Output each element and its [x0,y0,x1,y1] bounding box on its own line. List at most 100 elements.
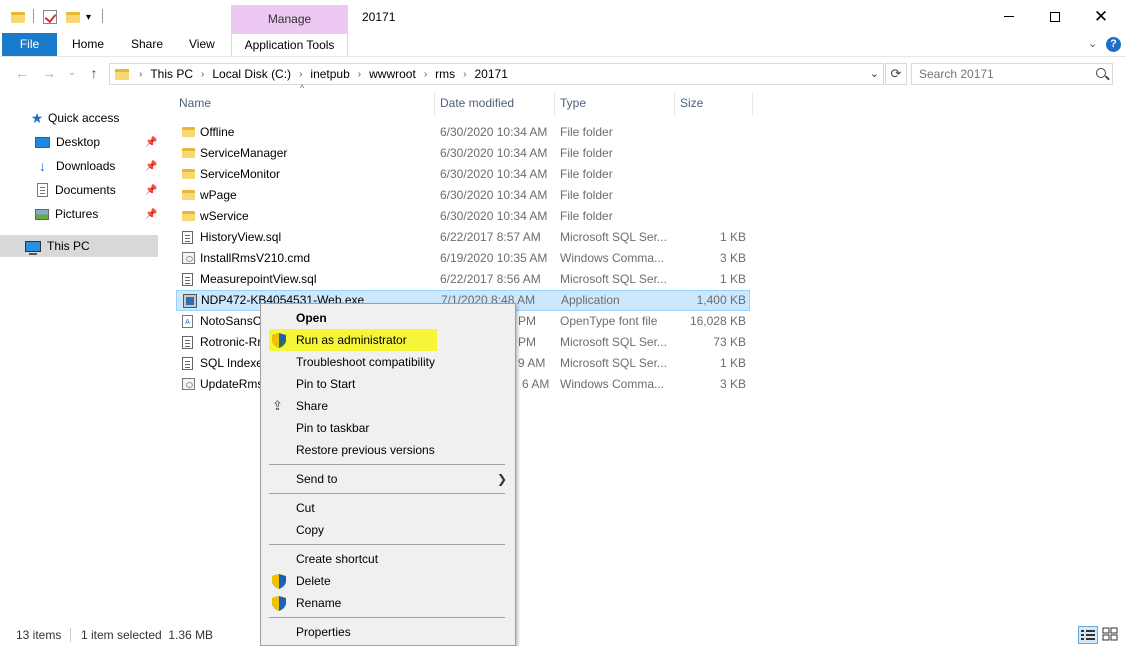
file-name: MeasurepointView.sql [200,272,317,286]
minimize-button[interactable] [986,0,1032,33]
menu-item-share[interactable]: ⇪ Share [263,395,513,417]
up-arrow-icon[interactable]: ↑ [86,64,102,82]
close-button[interactable]: ✕ [1078,0,1124,33]
file-row[interactable]: InstallRmsV210.cmd 6/19/2020 10:35 AM Wi… [176,248,750,269]
breadcrumb-wwwroot[interactable]: wwwroot [365,67,420,81]
chevron-right-icon[interactable]: › [197,69,208,80]
menu-item-cut[interactable]: Cut [263,497,513,519]
file-row[interactable]: ServiceMonitor 6/30/2020 10:34 AM File f… [176,164,750,185]
nav-downloads[interactable]: ↓ Downloads 📌 [0,155,158,177]
file-name: InstallRmsV210.cmd [200,251,311,265]
status-bar: 13 items 1 item selected 1.36 MB [0,624,1126,646]
nav-item-label: Pictures [55,207,99,221]
chevron-right-icon[interactable]: › [459,69,470,80]
menu-item-troubleshoot-compatibility[interactable]: Troubleshoot compatibility [263,351,513,373]
pin-icon[interactable]: 📌 [145,185,157,196]
details-view-button[interactable] [1078,626,1098,644]
folder-icon[interactable] [11,8,25,26]
menu-item-create-shortcut[interactable]: Create shortcut [263,548,513,570]
menu-item-run-as-administrator[interactable]: Run as administrator [269,329,437,351]
menu-item-open[interactable]: Open [263,307,513,329]
address-dropdown-chevron-icon[interactable]: ⌄ [870,67,879,80]
separator [33,9,34,23]
file-row[interactable]: ServiceManager 6/30/2020 10:34 AM File f… [176,143,750,164]
menu-item-copy[interactable]: Copy [263,519,513,541]
column-divider[interactable] [674,93,675,115]
column-divider[interactable] [554,93,555,115]
column-header-type[interactable]: Type [560,89,586,117]
nav-documents[interactable]: Documents 📌 [0,179,158,201]
pin-icon[interactable]: 📌 [145,209,157,220]
manage-context-tab[interactable]: Manage [231,5,348,33]
column-header-date[interactable]: Date modified [440,89,514,117]
column-header-name[interactable]: Name [179,89,211,117]
column-divider[interactable] [434,93,435,115]
search-input[interactable] [912,64,1082,84]
file-date: 6/30/2020 10:34 AM [440,146,548,160]
expand-ribbon-chevron-icon[interactable]: ⌄ [1088,37,1097,50]
tab-application-tools[interactable]: Application Tools [231,33,348,56]
file-row[interactable]: wPage 6/30/2020 10:34 AM File folder [176,185,750,206]
maximize-icon [1050,11,1060,22]
file-type: OpenType font file [560,314,658,328]
new-folder-icon[interactable] [66,8,80,26]
chevron-right-icon[interactable]: › [354,69,365,80]
menu-item-delete[interactable]: Delete [263,570,513,592]
nav-desktop[interactable]: Desktop 📌 [0,131,158,153]
address-bar[interactable]: › This PC › Local Disk (C:) › inetpub › … [109,63,884,85]
tab-share[interactable]: Share [131,33,163,56]
pin-icon[interactable]: 📌 [145,137,157,148]
large-icons-view-button[interactable] [1101,626,1121,644]
title-bar: ▾ Manage 20171 ✕ [0,0,1126,33]
tab-view[interactable]: View [189,33,215,56]
file-row[interactable]: Offline 6/30/2020 10:34 AM File folder [176,122,750,143]
menu-item-restore-previous-versions[interactable]: Restore previous versions [263,439,513,461]
forward-arrow-icon[interactable]: → [41,64,57,82]
menu-separator [269,464,505,465]
properties-check-icon[interactable] [43,8,57,26]
uac-shield-icon [272,574,286,589]
breadcrumb-this-pc[interactable]: This PC [146,67,197,81]
file-date: 6/19/2020 10:35 AM [440,251,548,265]
nav-this-pc[interactable]: This PC [0,235,158,257]
menu-item-pin-to-taskbar[interactable]: Pin to taskbar [263,417,513,439]
chevron-right-icon[interactable]: › [295,69,306,80]
column-header-size[interactable]: Size [680,89,703,117]
download-icon: ↓ [39,158,46,174]
nav-quick-access[interactable]: ★ Quick access [0,107,158,129]
tab-file[interactable]: File [2,33,57,56]
file-date: 6/22/2017 8:57 AM [440,230,541,244]
menu-item-send-to[interactable]: Send to ❯ [263,468,513,490]
nav-pictures[interactable]: Pictures 📌 [0,203,158,225]
help-icon[interactable]: ? [1106,37,1121,52]
item-count: 13 items [16,628,62,642]
maximize-button[interactable] [1032,0,1078,33]
menu-item-rename[interactable]: Rename [263,592,513,614]
refresh-button[interactable]: ⟳ [885,63,907,85]
file-name: wService [200,209,249,223]
file-row[interactable]: wService 6/30/2020 10:34 AM File folder [176,206,750,227]
breadcrumb-rms[interactable]: rms [431,67,459,81]
folder-icon [115,68,129,80]
nav-item-label: Downloads [56,159,116,173]
chevron-right-icon[interactable]: › [420,69,431,80]
window-title: 20171 [362,10,396,24]
file-size: 1,400 KB [696,293,746,307]
pin-icon[interactable]: 📌 [145,161,157,172]
breadcrumb-20171[interactable]: 20171 [471,67,512,81]
breadcrumb-local-disk[interactable]: Local Disk (C:) [208,67,295,81]
breadcrumb-inetpub[interactable]: inetpub [306,67,353,81]
back-arrow-icon[interactable]: ← [14,64,30,82]
customize-toolbar-dropdown-icon[interactable]: ▾ [86,8,91,26]
file-size: 1 KB [719,230,746,244]
file-row[interactable]: MeasurepointView.sql 6/22/2017 8:56 AM M… [176,269,750,290]
close-icon: ✕ [1093,7,1109,26]
file-row[interactable]: HistoryView.sql 6/22/2017 8:57 AM Micros… [176,227,750,248]
search-box[interactable] [911,63,1113,85]
search-icon[interactable] [1096,68,1106,78]
column-divider[interactable] [752,93,753,115]
chevron-right-icon[interactable]: › [135,69,146,80]
menu-item-pin-to-start[interactable]: Pin to Start [263,373,513,395]
tab-home[interactable]: Home [72,33,104,56]
recent-locations-chevron-icon[interactable]: ⌄ [64,64,80,82]
